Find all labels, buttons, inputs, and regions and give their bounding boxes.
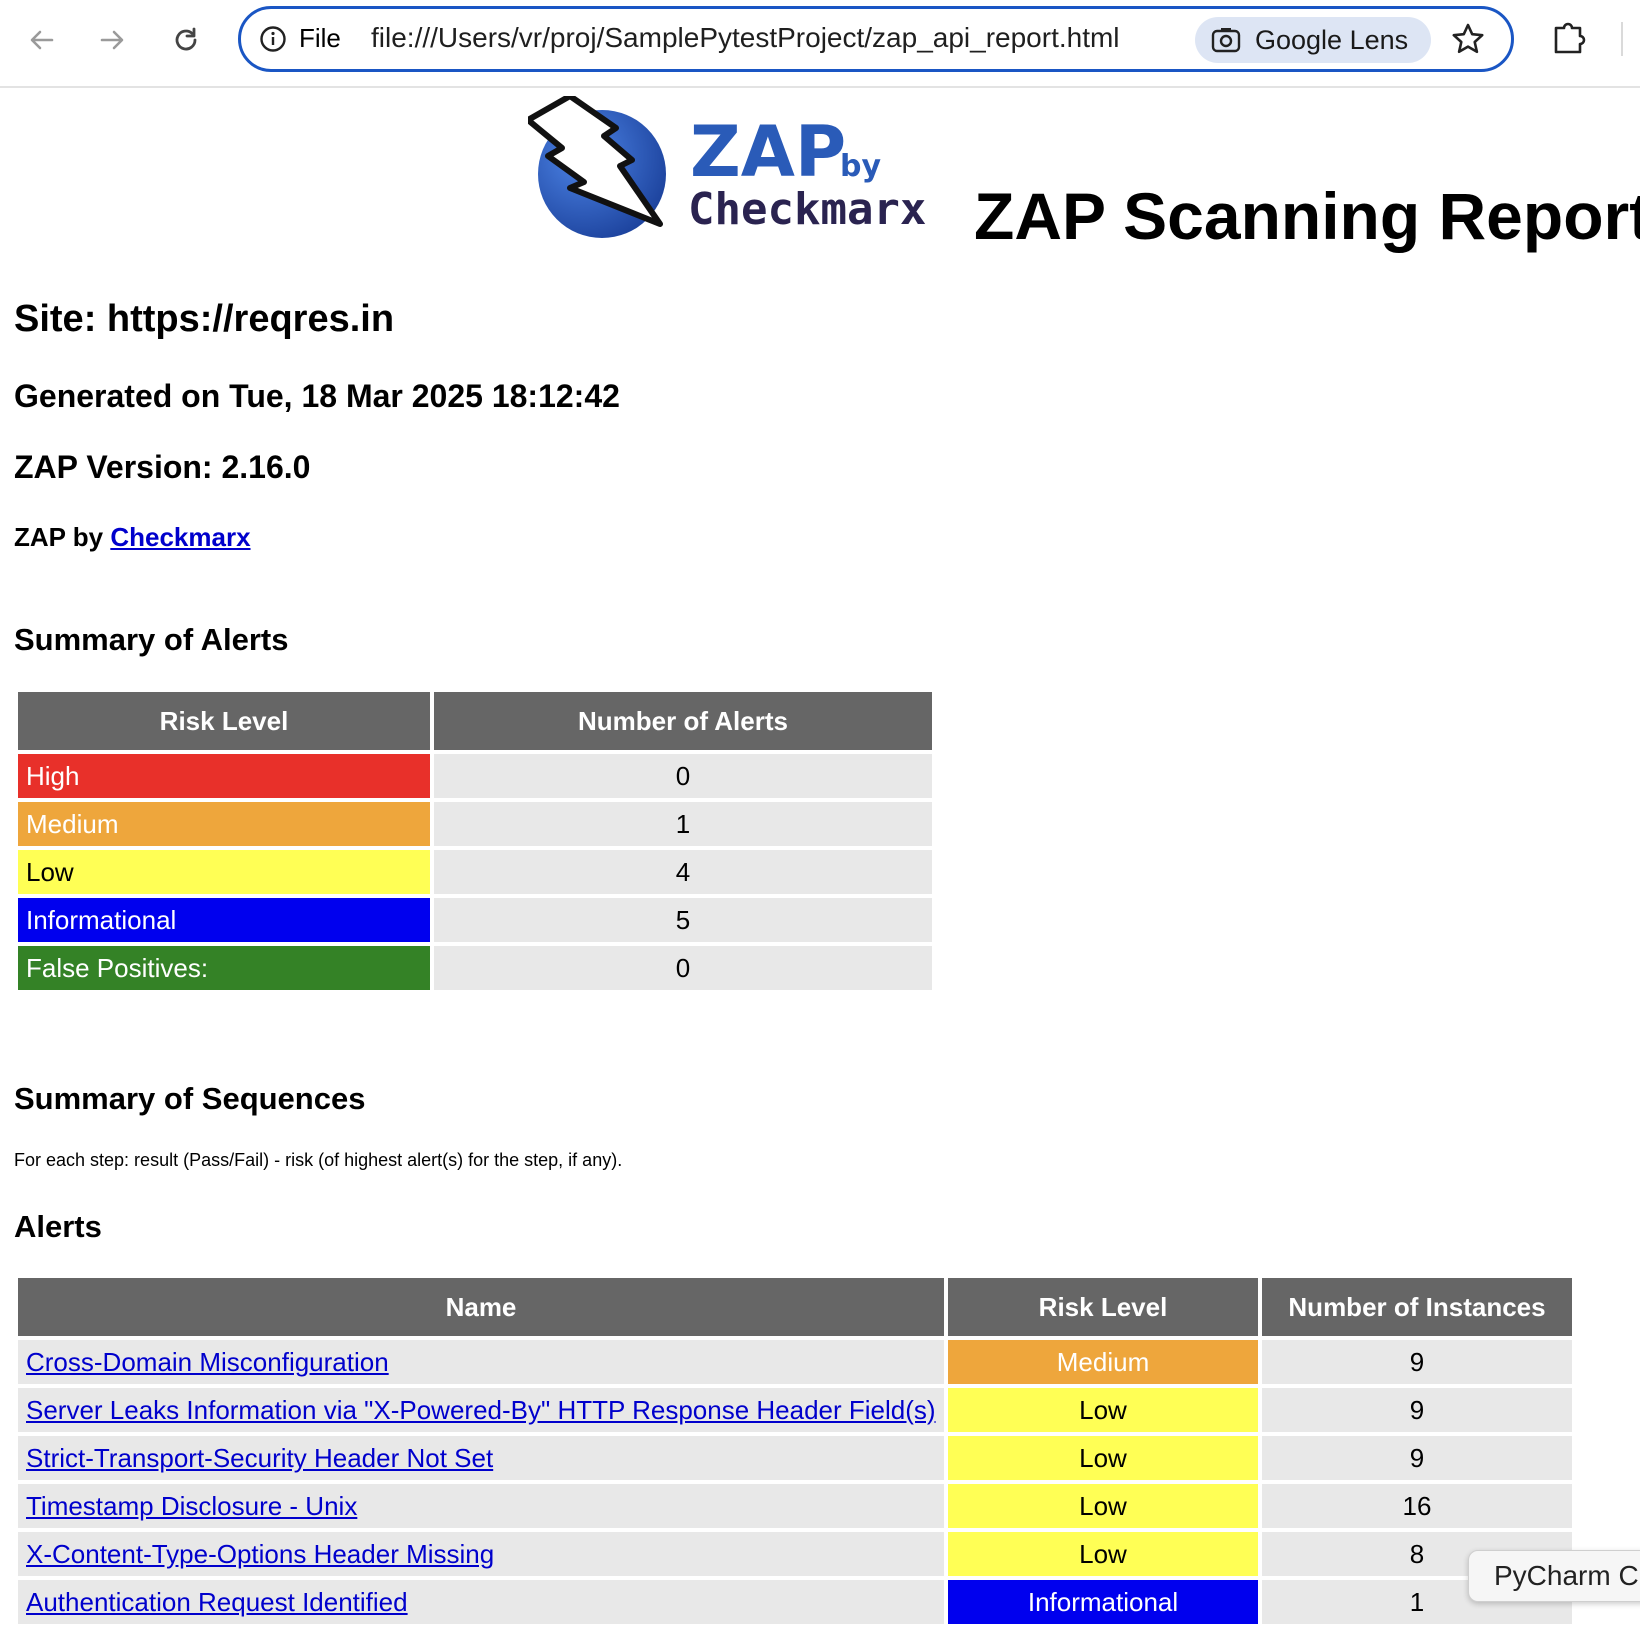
star-icon[interactable] [1451, 22, 1485, 56]
alert-name-cell: X-Content-Type-Options Header Missing [18, 1532, 944, 1576]
alert-risk-cell: Informational [948, 1580, 1258, 1624]
arrow-left-icon [30, 30, 54, 50]
checkmarx-link[interactable]: Checkmarx [110, 522, 250, 552]
risk-level-cell: Medium [18, 802, 430, 846]
alert-count-cell: 4 [434, 850, 932, 894]
google-lens-button[interactable]: Google Lens [1195, 17, 1431, 63]
sequences-note: For each step: result (Pass/Fail) - risk… [14, 1150, 623, 1170]
scheme-label: File [299, 23, 341, 53]
url-text[interactable]: file:///Users/vr/proj/SamplePytestProjec… [371, 22, 1120, 54]
browser-toolbar: File file:///Users/vr/proj/SamplePytestP… [0, 0, 1640, 88]
alert-link[interactable]: Strict-Transport-Security Header Not Set [26, 1443, 493, 1473]
risk-level-cell: High [18, 754, 430, 798]
alert-instances-cell: 16 [1262, 1484, 1572, 1528]
page-title: ZAP Scanning Report [974, 179, 1640, 253]
alert-risk-cell: Low [948, 1436, 1258, 1480]
camera-icon [1211, 28, 1241, 53]
reload-button[interactable] [164, 18, 208, 62]
back-button[interactable] [20, 18, 64, 62]
alert-name-cell: Timestamp Disclosure - Unix [18, 1484, 944, 1528]
reload-icon [175, 27, 197, 51]
alert-instances-cell: 9 [1262, 1388, 1572, 1432]
alert-row: Authentication Request Identified Inform… [18, 1580, 1572, 1624]
alert-instances-cell: 9 [1262, 1436, 1572, 1480]
alerts-heading: Alerts [14, 1209, 102, 1244]
alert-name-cell: Strict-Transport-Security Header Not Set [18, 1436, 944, 1480]
summary-of-alerts-heading: Summary of Alerts [14, 622, 289, 657]
toolbar-divider [1621, 22, 1623, 56]
alert-risk-cell: Low [948, 1388, 1258, 1432]
column-header-risk-level: Risk Level [948, 1278, 1258, 1336]
alert-row: Strict-Transport-Security Header Not Set… [18, 1436, 1572, 1480]
pycharm-tooltip: PyCharm C [1468, 1550, 1640, 1602]
zap-checkmarx-logo: ZAP by Checkmarx [528, 96, 926, 238]
summary-row-high: High 0 [18, 754, 932, 798]
alert-count-cell: 0 [434, 754, 932, 798]
risk-level-cell: Informational [18, 898, 430, 942]
alert-risk-cell: Low [948, 1484, 1258, 1528]
info-icon[interactable] [259, 25, 287, 53]
alert-row: Timestamp Disclosure - Unix Low 16 [18, 1484, 1572, 1528]
column-header-risk-level: Risk Level [18, 692, 430, 750]
tooltip-text: PyCharm C [1494, 1560, 1639, 1591]
summary-row-informational: Informational 5 [18, 898, 932, 942]
summary-of-sequences-heading: Summary of Sequences [14, 1081, 366, 1116]
alert-count-cell: 1 [434, 802, 932, 846]
logo-by-text: by [840, 149, 881, 184]
alert-instances-cell: 9 [1262, 1340, 1572, 1384]
google-lens-label: Google Lens [1255, 25, 1409, 55]
summary-row-false-positives: False Positives: 0 [18, 946, 932, 990]
summary-row-medium: Medium 1 [18, 802, 932, 846]
alert-name-cell: Cross-Domain Misconfiguration [18, 1340, 944, 1384]
generated-date: Generated on Tue, 18 Mar 2025 18:12:42 [14, 378, 620, 414]
alerts-table: Name Risk Level Number of Instances Cros… [14, 1274, 1576, 1628]
alert-link[interactable]: Timestamp Disclosure - Unix [26, 1491, 357, 1521]
alert-row: Cross-Domain Misconfiguration Medium 9 [18, 1340, 1572, 1384]
site-heading: Site: https://reqres.in [14, 298, 395, 340]
logo-zap-text: ZAP [690, 111, 846, 193]
logo-checkmarx-text: Checkmarx [688, 184, 926, 235]
summary-row-low: Low 4 [18, 850, 932, 894]
alert-risk-cell: Low [948, 1532, 1258, 1576]
column-header-name: Name [18, 1278, 944, 1336]
puzzle-icon[interactable] [1548, 18, 1588, 58]
alert-link[interactable]: X-Content-Type-Options Header Missing [26, 1539, 494, 1569]
risk-level-cell: False Positives: [18, 946, 430, 990]
alert-link[interactable]: Server Leaks Information via "X-Powered-… [26, 1395, 936, 1425]
alert-row: X-Content-Type-Options Header Missing Lo… [18, 1532, 1572, 1576]
column-header-number-of-instances: Number of Instances [1262, 1278, 1572, 1336]
arrow-right-icon [100, 30, 124, 50]
alert-link[interactable]: Authentication Request Identified [26, 1587, 408, 1617]
zap-by-prefix: ZAP by [14, 522, 111, 552]
column-header-number-of-alerts: Number of Alerts [434, 692, 932, 750]
zap-by-line: ZAP by Checkmarx [14, 522, 251, 553]
alert-name-cell: Authentication Request Identified [18, 1580, 944, 1624]
forward-button[interactable] [90, 18, 134, 62]
address-bar[interactable]: File file:///Users/vr/proj/SamplePytestP… [238, 6, 1514, 72]
alert-count-cell: 0 [434, 946, 932, 990]
summary-of-alerts-table: Risk Level Number of Alerts High 0 Mediu… [14, 688, 936, 994]
alert-risk-cell: Medium [948, 1340, 1258, 1384]
alert-count-cell: 5 [434, 898, 932, 942]
zap-version: ZAP Version: 2.16.0 [14, 449, 311, 485]
risk-level-cell: Low [18, 850, 430, 894]
alert-row: Server Leaks Information via "X-Powered-… [18, 1388, 1572, 1432]
alert-link[interactable]: Cross-Domain Misconfiguration [26, 1347, 389, 1377]
alert-name-cell: Server Leaks Information via "X-Powered-… [18, 1388, 944, 1432]
